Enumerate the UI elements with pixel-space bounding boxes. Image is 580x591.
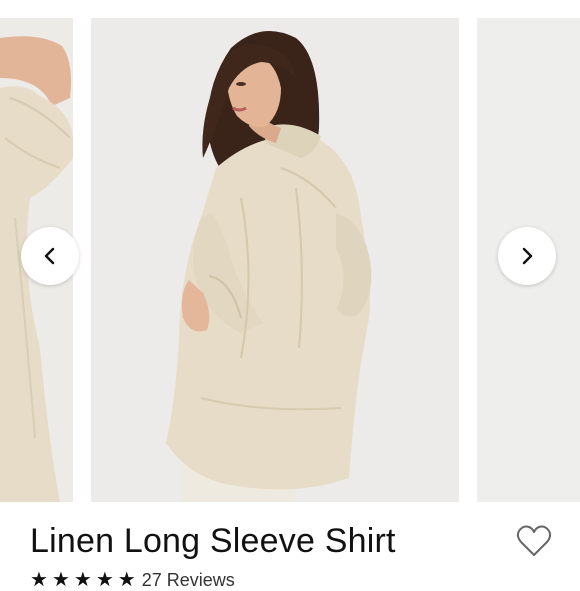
chevron-left-icon [44,247,55,265]
star-icon: ★ [30,569,48,591]
product-image-model [166,30,372,502]
star-icon: ★ [51,569,70,591]
favorite-button[interactable] [516,524,552,558]
star-icon: ★ [73,569,92,591]
carousel-prev-button[interactable] [21,227,79,285]
product-title: Linen Long Sleeve Shirt [30,522,396,560]
product-image-carousel[interactable] [0,0,580,510]
star-icon: ★ [95,569,114,591]
heart-outline-icon [516,525,552,556]
chevron-right-icon [522,247,533,265]
star-icon: ★ [117,569,136,591]
carousel-next-button[interactable] [498,227,556,285]
product-rating[interactable]: ★ ★ ★ ★ ★ 27 Reviews [30,570,235,590]
reviews-count-link[interactable]: 27 Reviews [142,570,235,590]
carousel-slide-main[interactable] [91,18,459,502]
rating-stars: ★ ★ ★ ★ ★ [30,570,136,590]
